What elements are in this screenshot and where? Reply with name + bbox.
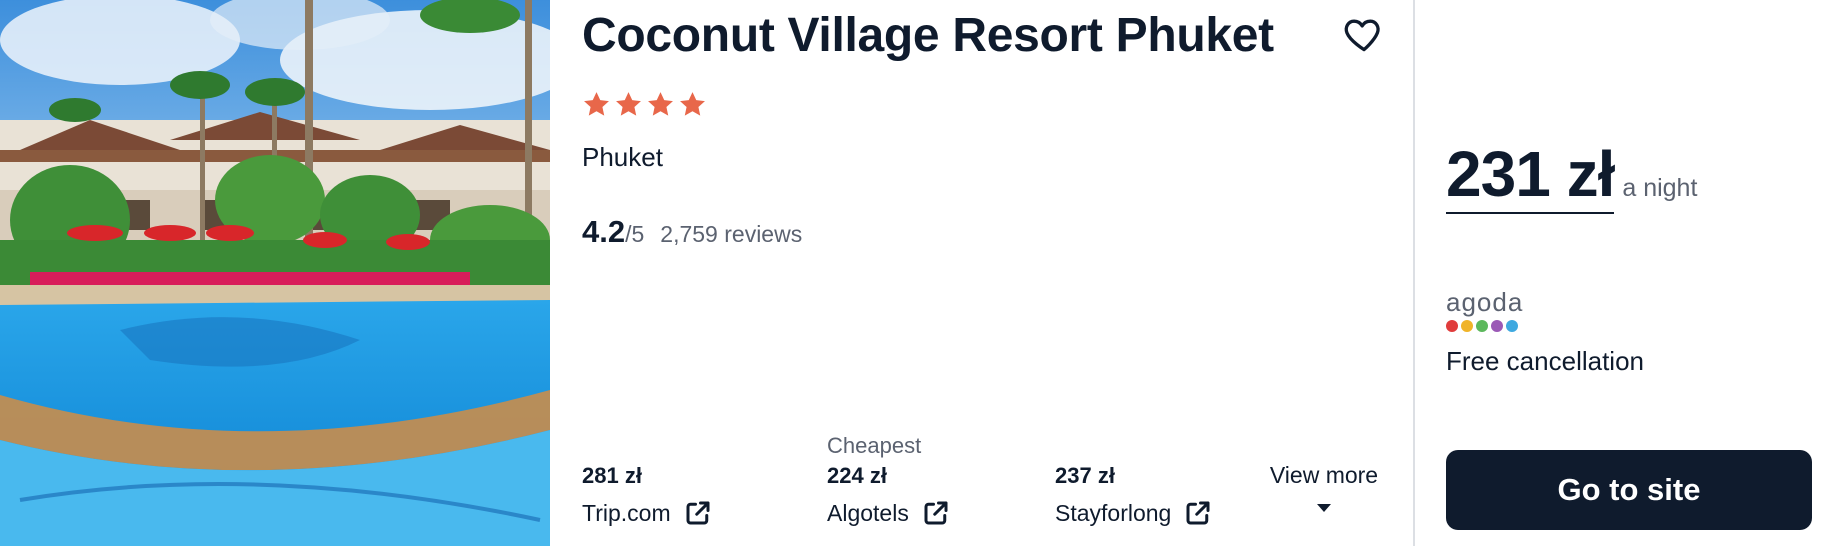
rating-max: /5 [625, 221, 645, 247]
offer-price: 281 zł [582, 463, 642, 488]
resort-pool-image [0, 0, 550, 546]
review-count: 2,759 reviews [660, 221, 803, 247]
logo-dot [1476, 320, 1488, 332]
review-rating[interactable]: 4.2 /5 2,759 reviews [582, 214, 802, 250]
star-icon [584, 92, 609, 116]
offer-provider-name: Stayforlong [1055, 499, 1172, 526]
star-icon [616, 92, 641, 116]
logo-dots [1446, 320, 1523, 332]
offer-price: 224 zł [827, 463, 887, 488]
logo-dot [1461, 320, 1473, 332]
external-link-icon [924, 501, 948, 525]
hotel-location: Phuket [582, 142, 663, 172]
hotel-name[interactable]: Coconut Village Resort Phuket [582, 8, 1274, 63]
star-icon [680, 92, 705, 116]
agoda-logo: agoda [1446, 289, 1523, 332]
offer-price: 237 zł [1055, 463, 1115, 488]
price-unit: a night [1622, 174, 1698, 202]
rating-score: 4.2 [582, 214, 626, 249]
logo-dot [1446, 320, 1458, 332]
main-price: 231 zł a night [1446, 138, 1697, 214]
view-more-label: View more [1269, 462, 1379, 488]
view-more-button[interactable]: View more [1268, 462, 1380, 518]
offer-provider-name: Algotels [827, 499, 909, 526]
partner-name: agoda [1446, 287, 1524, 317]
cheapest-tag: Cheapest [827, 433, 922, 458]
logo-dot [1506, 320, 1518, 332]
favorite-button[interactable] [1342, 12, 1386, 56]
caret-down-icon [1317, 504, 1331, 512]
logo-dot [1491, 320, 1503, 332]
hotel-photo[interactable] [0, 0, 550, 546]
price-per-night: 231 zł [1446, 138, 1615, 214]
offer-stayforlong[interactable]: 237 zł Stayforlong [1055, 463, 1213, 528]
column-divider [1413, 0, 1415, 546]
heart-outline-icon [1344, 19, 1380, 52]
star-icon [648, 92, 673, 116]
external-link-icon [1186, 501, 1210, 525]
external-link-icon [686, 501, 710, 525]
offer-provider-name: Trip.com [582, 499, 671, 526]
offer-algotels[interactable]: 224 zł Algotels [827, 463, 951, 528]
star-rating [582, 90, 707, 119]
offer-trip-com[interactable]: 281 zł Trip.com [582, 463, 713, 528]
go-to-site-button[interactable]: Go to site [1446, 450, 1812, 530]
free-cancellation: Free cancellation [1446, 346, 1644, 376]
